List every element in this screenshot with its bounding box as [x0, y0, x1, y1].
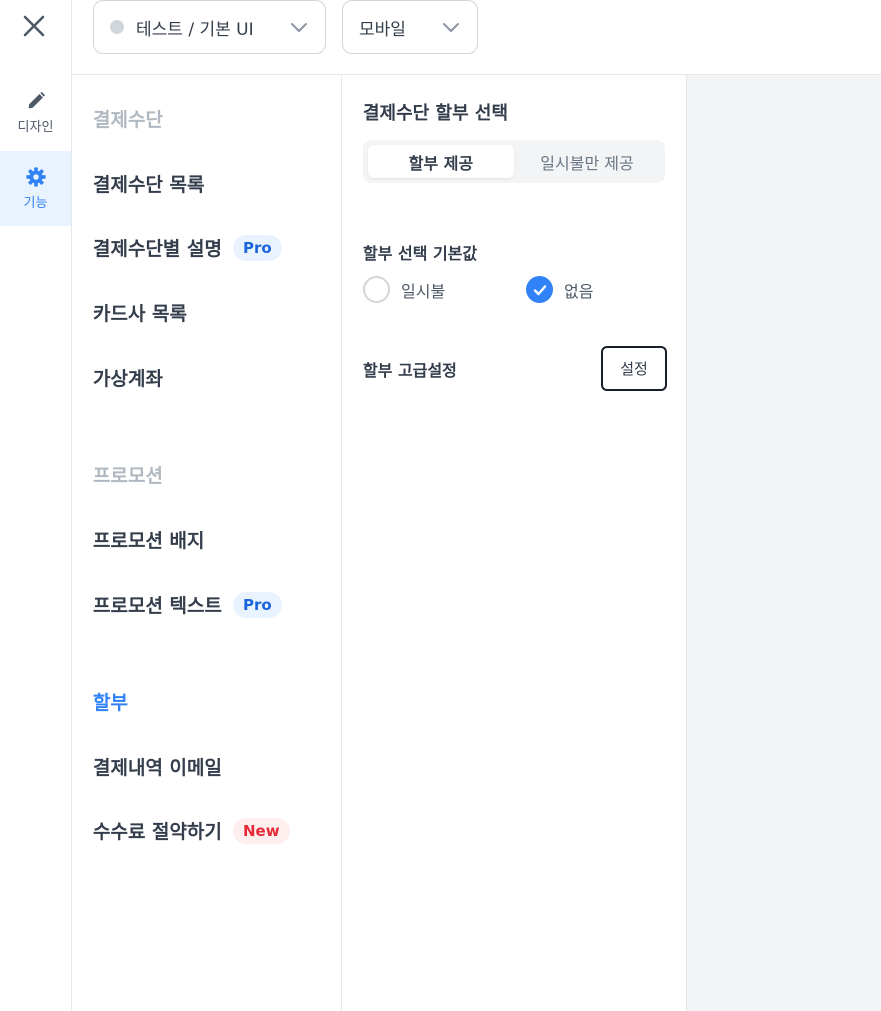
- menu-item-promotion-badge[interactable]: 프로모션 배지: [93, 526, 205, 553]
- radio-lump-sum[interactable]: 일시불: [363, 276, 445, 303]
- menu-item-label: 카드사 목록: [93, 303, 188, 325]
- environment-select-value: 테스트 / 기본 UI: [136, 19, 254, 40]
- rail-item-function[interactable]: 기능: [0, 151, 71, 226]
- status-dot: [110, 20, 124, 34]
- menu-item-payment-method-list[interactable]: 결제수단 목록: [93, 170, 205, 197]
- radio-none[interactable]: 없음: [526, 276, 593, 303]
- menu-item-label: 할부: [93, 692, 128, 714]
- radio-label: 일시불: [401, 281, 446, 301]
- preview-area: [686, 75, 881, 1011]
- rail-item-function-label: 기능: [23, 196, 48, 211]
- environment-select[interactable]: 테스트 / 기본 UI: [93, 0, 326, 54]
- menu-item-label: 수수료 절약하기: [93, 821, 222, 843]
- menu-item-card-company-list[interactable]: 카드사 목록: [93, 299, 187, 326]
- radio-unchecked-icon: [363, 276, 390, 303]
- radio-label: 없음: [564, 281, 594, 301]
- menu-item-installment[interactable]: 할부: [93, 688, 128, 715]
- top-bar: 테스트 / 기본 UI 모바일: [72, 0, 881, 75]
- menu-item-label: 결제수단 목록: [93, 174, 205, 196]
- segment-lump-sum-only[interactable]: 일시불만 제공: [514, 145, 660, 178]
- close-icon: [23, 15, 45, 37]
- pro-badge: Pro: [232, 234, 282, 261]
- check-icon: [533, 284, 546, 295]
- chevron-down-icon: [443, 23, 459, 32]
- menu-item-fee-saving[interactable]: 수수료 절약하기 New: [93, 817, 290, 844]
- installment-mode-segmented-control: 할부 제공 일시불만 제공: [363, 140, 665, 183]
- section-title-payment-methods: 결제수단: [93, 109, 163, 131]
- panel-title: 결제수단 할부 선택: [363, 103, 509, 124]
- section-title-promotion: 프로모션: [93, 465, 163, 487]
- advanced-settings-button[interactable]: 설정: [601, 346, 667, 391]
- pencil-icon: [28, 91, 45, 109]
- new-badge: New: [232, 817, 290, 844]
- menu-item-promotion-text[interactable]: 프로모션 텍스트 Pro: [93, 591, 282, 618]
- pro-badge: Pro: [232, 591, 282, 618]
- menu-item-virtual-account[interactable]: 가상계좌: [93, 364, 163, 391]
- left-rail: 디자인 기능: [0, 0, 72, 1011]
- menu-item-label: 프로모션 배지: [93, 530, 205, 552]
- rail-item-design[interactable]: 디자인: [0, 75, 71, 150]
- device-select[interactable]: 모바일: [342, 0, 478, 54]
- advanced-settings-label: 할부 고급설정: [363, 361, 457, 380]
- menu-item-label: 프로모션 텍스트: [93, 595, 222, 617]
- radio-checked-icon: [526, 276, 553, 303]
- menu-item-payment-email[interactable]: 결제내역 이메일: [93, 753, 222, 780]
- chevron-down-icon: [291, 23, 307, 32]
- default-value-label: 할부 선택 기본값: [363, 244, 478, 263]
- menu-item-label: 결제내역 이메일: [93, 757, 222, 779]
- menu-item-label: 결제수단별 설명: [93, 238, 222, 260]
- segment-installment-offered[interactable]: 할부 제공: [368, 145, 514, 178]
- settings-menu: 결제수단 결제수단 목록 결제수단별 설명 Pro 카드사 목록 가상계좌 프로…: [72, 75, 342, 1011]
- device-select-value: 모바일: [359, 19, 406, 40]
- gear-icon: [25, 167, 46, 187]
- rail-item-design-label: 디자인: [17, 120, 54, 135]
- menu-item-label: 가상계좌: [93, 368, 163, 390]
- installment-settings-panel: 결제수단 할부 선택 할부 제공 일시불만 제공 할부 선택 기본값 일시불 없…: [342, 75, 686, 1011]
- close-button[interactable]: [18, 10, 50, 42]
- menu-item-payment-method-description[interactable]: 결제수단별 설명 Pro: [93, 234, 282, 261]
